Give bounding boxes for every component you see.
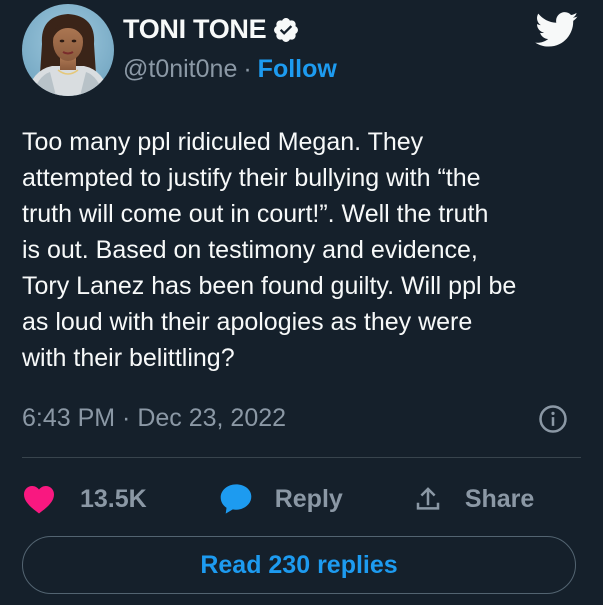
author-handle-row: @t0nit0ne · Follow	[123, 55, 337, 84]
author-display-name[interactable]: TONI TONE	[123, 14, 267, 45]
like-button[interactable]: 13.5K	[22, 484, 147, 514]
read-replies-button[interactable]: Read 230 replies	[22, 536, 576, 594]
verified-badge-icon	[272, 16, 300, 44]
author-handle[interactable]: @t0nit0ne	[123, 55, 237, 84]
info-icon[interactable]	[538, 404, 568, 434]
author-name-row: TONI TONE	[123, 14, 300, 45]
tweet-text: Too many ppl ridiculed Megan. They attem…	[22, 128, 517, 372]
reply-bubble-icon	[219, 483, 253, 515]
tweet-card: TONI TONE @t0nit0ne · Follow Too many pp…	[0, 0, 603, 605]
tweet-timestamp[interactable]: 6:43 PM · Dec 23, 2022	[22, 404, 286, 433]
divider	[22, 457, 581, 458]
reply-label: Reply	[274, 484, 343, 513]
heart-icon	[22, 484, 56, 514]
reply-button[interactable]: Reply	[197, 483, 343, 515]
likes-count: 13.5K	[80, 484, 147, 513]
follow-button[interactable]: Follow	[258, 55, 337, 84]
action-bar: 13.5K Reply Share	[22, 477, 534, 521]
twitter-logo-icon[interactable]	[535, 12, 579, 48]
avatar[interactable]	[22, 4, 114, 96]
share-icon	[413, 484, 443, 514]
handle-separator: ·	[243, 55, 252, 83]
share-button[interactable]: Share	[391, 484, 534, 514]
share-label: Share	[464, 484, 535, 513]
